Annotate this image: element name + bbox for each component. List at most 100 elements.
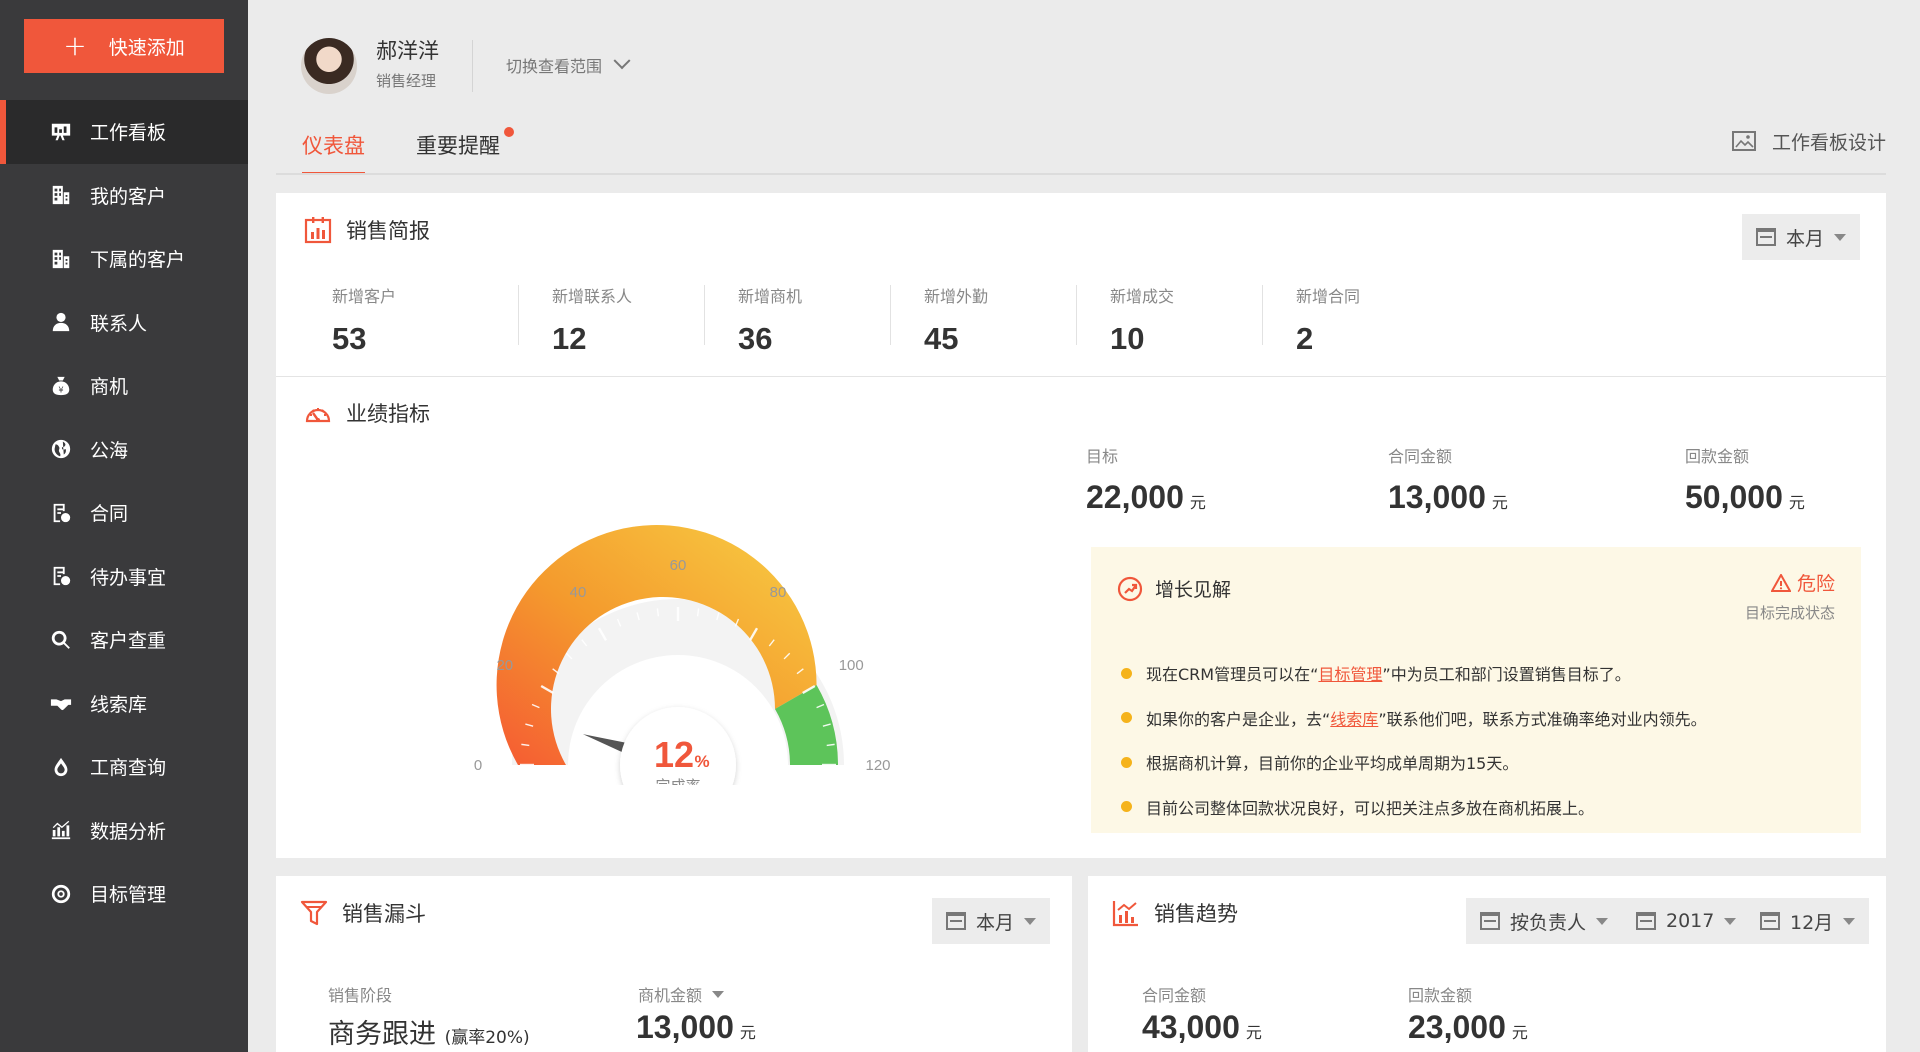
warning-icon xyxy=(1770,573,1791,592)
caret-down-icon xyxy=(1843,917,1856,925)
stat-label: 新增成交 xyxy=(1110,287,1175,306)
stat-label: 新增商机 xyxy=(738,287,803,306)
funnel-title: 销售漏斗 xyxy=(300,898,426,928)
month-filter-select[interactable]: 12月 xyxy=(1746,898,1870,944)
image-edit-icon xyxy=(1731,130,1756,151)
sidebar-item-contracts[interactable]: 合同 xyxy=(0,481,248,545)
metric-label: 合同金额 xyxy=(1388,447,1453,466)
stat-new-contacts[interactable]: 新增联系人 12 xyxy=(518,283,704,356)
svg-text:¥: ¥ xyxy=(58,384,63,394)
tab-dashboard[interactable]: 仪表盘 xyxy=(302,130,365,175)
sidebar-item-leads[interactable]: 线索库 xyxy=(0,672,248,736)
payment-amount-label: 回款金额 xyxy=(1408,986,1473,1005)
sidebar-item-label: 线索库 xyxy=(90,693,148,716)
contract-value-row: 43,000 元 xyxy=(1142,1009,1262,1046)
goal-management-link[interactable]: 目标管理 xyxy=(1318,661,1382,685)
insight-tips: 现在CRM管理员可以在“ 目标管理 ”中为员工和部门设置销售目标了。 如果你的客户是… xyxy=(1121,651,1707,829)
metric-contract-amount: 合同金额 13,000 元 xyxy=(1388,443,1508,516)
board-design-button[interactable]: 工作看板设计 xyxy=(1731,128,1886,155)
amount-value-row: 13,000 元 xyxy=(636,1009,756,1046)
sidebar-item-todo[interactable]: 待办事宜 xyxy=(0,545,248,609)
gauge-tick-label: 100 xyxy=(839,657,864,674)
sidebar-item-analytics[interactable]: 数据分析 xyxy=(0,799,248,863)
stat-label: 新增联系人 xyxy=(552,287,633,306)
globe-icon xyxy=(50,438,72,460)
tab-reminder-label: 重要提醒 xyxy=(416,134,500,158)
metric-payment-amount: 回款金额 50,000 元 xyxy=(1685,443,1805,516)
sidebar-item-contacts[interactable]: 联系人 xyxy=(0,291,248,355)
insight-title-text: 增长见解 xyxy=(1155,579,1232,601)
amount-value: 13,000 xyxy=(636,1009,734,1045)
building-icon xyxy=(50,248,72,270)
quick-add-button[interactable]: + 快速添加 xyxy=(24,19,224,73)
sidebar-item-label: 数据分析 xyxy=(90,820,167,843)
stat-new-deals[interactable]: 新增成交 10 xyxy=(1076,283,1262,356)
contract-unit: 元 xyxy=(1245,1023,1262,1042)
completion-gauge: 0 20 40 60 80 100 120 12% 完成率 xyxy=(474,525,891,785)
insight-title: 增长见解 xyxy=(1117,575,1231,602)
sidebar-item-label: 目标管理 xyxy=(90,884,167,907)
notification-dot xyxy=(504,127,514,137)
stage-label: 销售阶段 xyxy=(328,986,393,1005)
stat-new-customers[interactable]: 新增客户 53 xyxy=(332,283,518,356)
list-item: 如果你的客户是企业，去“ 线索库 ”联系他们吧，联系方式准确率绝对业内领先。 xyxy=(1121,696,1707,741)
stage-value: 商务跟进 xyxy=(328,1019,436,1050)
payment-unit: 元 xyxy=(1511,1023,1528,1042)
amount-metric-selector[interactable]: 商机金额 xyxy=(638,982,725,1006)
sidebar-item-dedupe[interactable]: 客户查重 xyxy=(0,608,248,672)
building-icon xyxy=(50,184,72,206)
tab-reminder[interactable]: 重要提醒 xyxy=(416,127,514,172)
sidebar-item-board[interactable]: 工作看板 xyxy=(0,100,248,164)
section-divider xyxy=(276,376,1886,377)
growth-insight-box: 增长见解 危险 目标完成状态 现在CRM管理员可以在“ 目标管理 ”中为员工和部门设… xyxy=(1091,547,1861,833)
contract-amount-label: 合同金额 xyxy=(1142,986,1207,1005)
stat-value: 12 xyxy=(552,321,587,356)
plus-icon: + xyxy=(63,29,87,62)
tip-text: ”中为员工和部门设置销售目标了。 xyxy=(1382,665,1631,685)
lead-library-link[interactable]: 线索库 xyxy=(1330,706,1378,730)
sidebar-item-label: 商机 xyxy=(90,376,129,399)
year-filter-select[interactable]: 2017 xyxy=(1622,898,1751,944)
sidebar-item-label: 公海 xyxy=(90,439,129,462)
sidebar-item-public-pool[interactable]: 公海 xyxy=(0,418,248,482)
stat-value: 53 xyxy=(332,321,367,356)
stat-value: 45 xyxy=(924,321,959,356)
chevron-down-icon xyxy=(613,52,631,70)
bullet-icon xyxy=(1121,712,1132,724)
tip-text: 现在CRM管理员可以在“ xyxy=(1146,665,1319,685)
amount-unit: 元 xyxy=(739,1023,756,1042)
sidebar-item-opportunities[interactable]: ¥ 商机 xyxy=(0,354,248,418)
funnel-period-select[interactable]: 本月 xyxy=(931,898,1050,944)
stat-new-contracts[interactable]: 新增合同 2 xyxy=(1262,283,1448,356)
gauge-unit: % xyxy=(694,752,709,771)
stats-row: 新增客户 53 新增联系人 12 新增商机 36 新增外勤 45 新增成交 10… xyxy=(332,283,1448,356)
sidebar-nav: 工作看板 我的客户 下属的客户 联系人 ¥ 商机 公海 合同 待办事宜 客户查重… xyxy=(0,100,248,926)
stat-new-opportunities[interactable]: 新增商机 36 xyxy=(704,283,890,356)
gauge-tick-label: 0 xyxy=(474,757,482,774)
sidebar-item-goals[interactable]: 目标管理 xyxy=(0,862,248,926)
scope-switcher[interactable]: 切换查看范围 xyxy=(506,52,631,77)
stat-value: 36 xyxy=(738,321,773,356)
sidebar-item-sub-customers[interactable]: 下属的客户 xyxy=(0,227,248,291)
metric-value-row: 13,000 元 xyxy=(1388,479,1508,516)
caret-down-icon xyxy=(1596,917,1609,925)
calendar-icon xyxy=(945,912,966,930)
month-filter-value: 12月 xyxy=(1790,911,1834,934)
calendar-icon xyxy=(1760,912,1780,930)
tip-text: ”联系他们吧，联系方式准确率绝对业内领先。 xyxy=(1378,709,1707,729)
contract-value: 43,000 xyxy=(1142,1009,1240,1045)
sidebar-item-label: 工作看板 xyxy=(90,122,167,145)
header-divider xyxy=(472,40,473,92)
user-name: 郝洋洋 xyxy=(376,39,439,63)
caret-down-icon xyxy=(1834,233,1846,241)
sidebar-item-business-query[interactable]: 工商查询 xyxy=(0,735,248,799)
avatar[interactable] xyxy=(301,38,357,94)
stat-label: 新增外勤 xyxy=(924,287,989,306)
person-icon xyxy=(50,311,72,333)
stat-new-field-visits[interactable]: 新增外勤 45 xyxy=(890,283,1076,356)
sidebar-item-my-customers[interactable]: 我的客户 xyxy=(0,164,248,228)
scope-label: 切换查看范围 xyxy=(506,57,603,76)
period-select[interactable]: 本月 xyxy=(1741,214,1860,260)
owner-filter-select[interactable]: 按负责人 xyxy=(1466,898,1623,944)
target-icon xyxy=(50,883,72,905)
